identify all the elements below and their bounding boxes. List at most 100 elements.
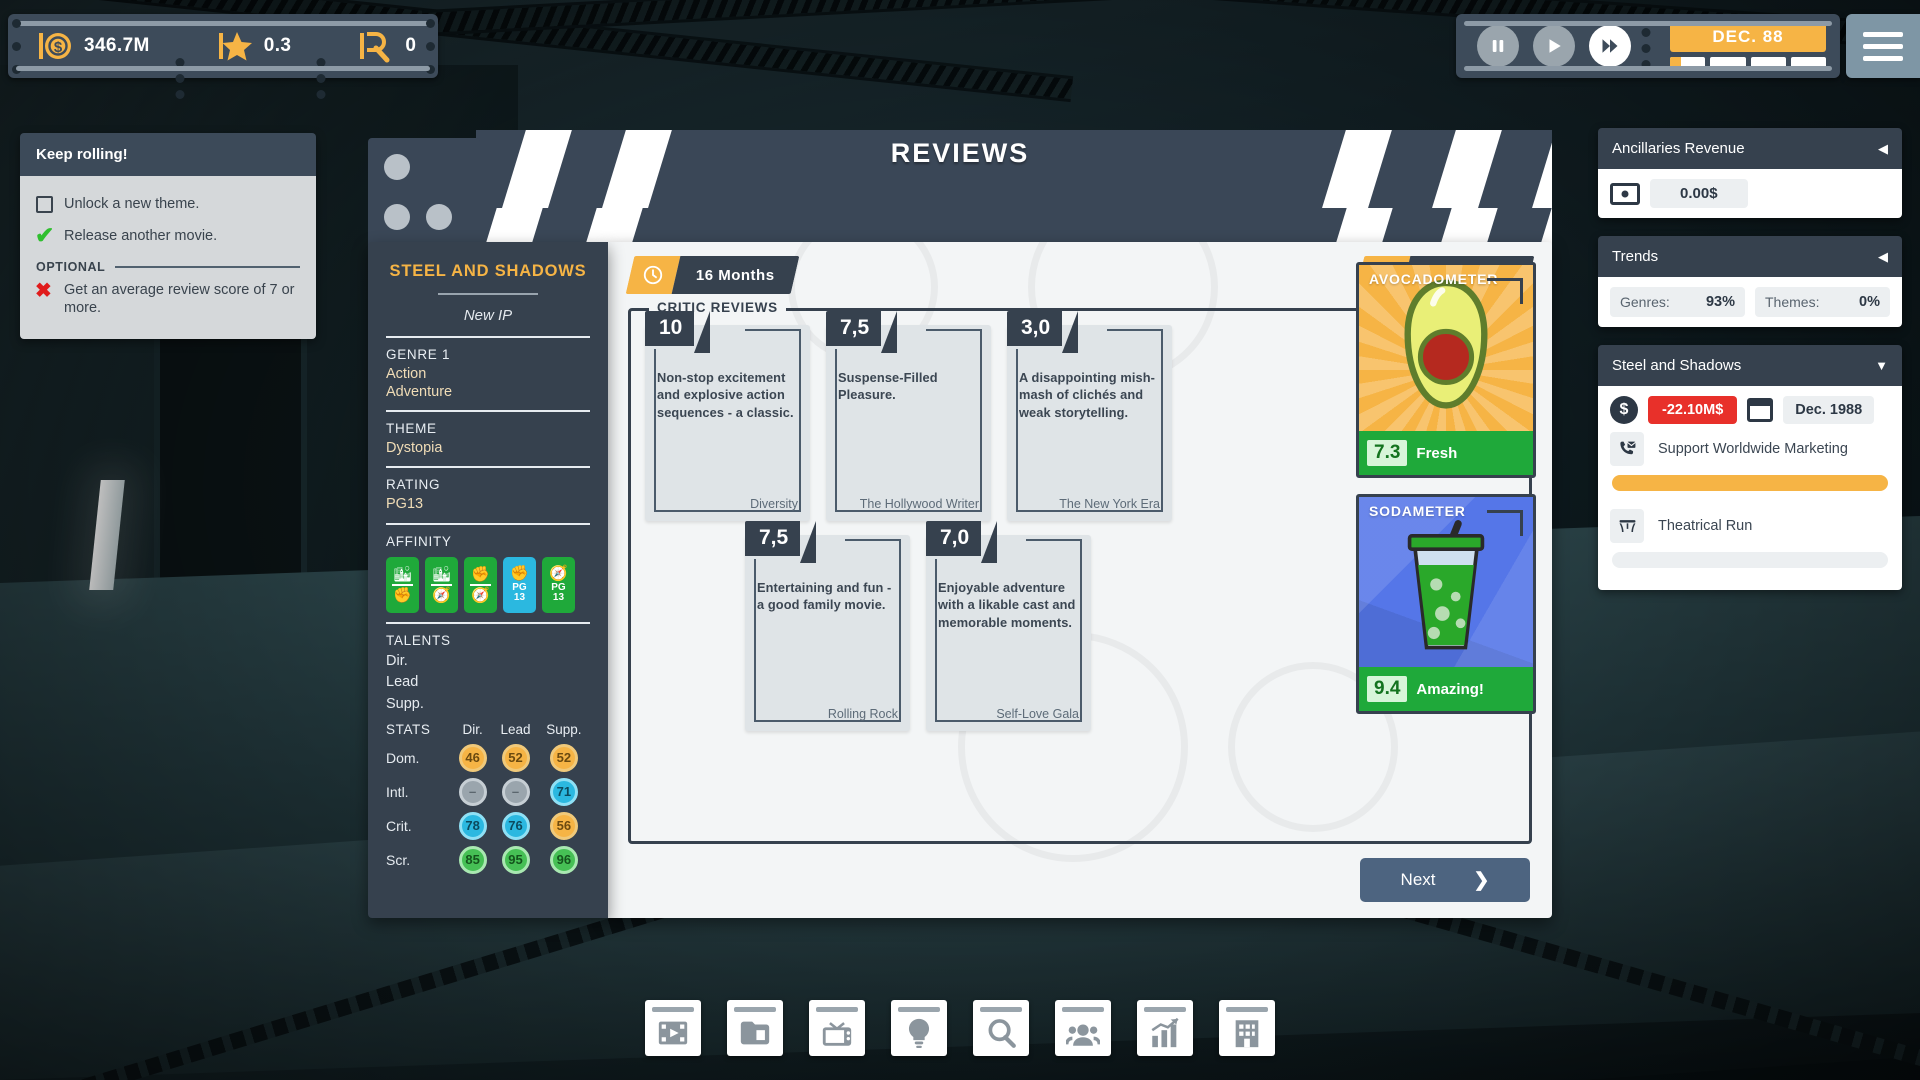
sodameter-title: SODAMETER xyxy=(1369,503,1466,519)
affinity-chip[interactable]: ✊ 🧭 xyxy=(464,557,497,613)
talents-label: TALENTS xyxy=(386,633,590,648)
triangle-left-icon[interactable]: ◀ xyxy=(1878,141,1888,157)
affinity-chip[interactable]: ✊ PG13 xyxy=(503,557,536,613)
trends-header[interactable]: Trends ◀ xyxy=(1598,236,1902,277)
review-source: Self-Love Gala xyxy=(996,707,1079,721)
ancillaries-panel: Ancillaries Revenue ◀ 0.00$ xyxy=(1598,128,1902,218)
stat-value: 95 xyxy=(502,846,530,874)
current-date: DEC. 88 xyxy=(1670,22,1826,52)
money-value: 346.7M xyxy=(84,35,150,57)
chevron-right-icon: ❯ xyxy=(1474,869,1490,892)
reviews-modal: REVIEWS STEEL AND SHADOWS New IP GENRE 1… xyxy=(368,130,1552,950)
review-source: Diversity xyxy=(750,497,798,511)
avocadometer-panel[interactable]: AVOCADOMETER 7.3 Fresh xyxy=(1356,262,1536,478)
objective-item[interactable]: Unlock a new theme. xyxy=(36,188,300,220)
modal-body: STEEL AND SHADOWS New IP GENRE 1 Action … xyxy=(368,242,1552,950)
trend-genres-value: 93% xyxy=(1706,294,1735,310)
stats-table: STATS Dir. Lead Supp. Dom. 46 52 52 Intl… xyxy=(386,722,590,877)
stats-col-dir: Dir. xyxy=(452,722,493,741)
table-row: Dom. 46 52 52 xyxy=(386,741,590,775)
affinity-chip[interactable]: 🏙 ✊ xyxy=(386,557,419,613)
toolbar-button-tv[interactable] xyxy=(809,1000,865,1056)
review-card[interactable]: 7,0 Enjoyable adventure with a likable c… xyxy=(926,535,1091,731)
triangle-left-icon[interactable]: ◀ xyxy=(1878,249,1888,265)
trends-body: Genres: 93% Themes: 0% xyxy=(1598,277,1902,327)
ancillaries-header[interactable]: Ancillaries Revenue ◀ xyxy=(1598,128,1902,169)
divider xyxy=(115,266,300,268)
review-card[interactable]: 3,0 A disappointing mish-mash of clichés… xyxy=(1007,325,1172,521)
stat-value: 52 xyxy=(550,744,578,772)
movie-title: STEEL AND SHADOWS xyxy=(386,262,590,281)
next-label: Next xyxy=(1401,870,1436,890)
play-button[interactable] xyxy=(1533,25,1575,67)
triangle-down-icon[interactable]: ▼ xyxy=(1875,358,1888,373)
task-progress-bar xyxy=(1612,552,1888,568)
next-button[interactable]: Next ❯ xyxy=(1360,858,1530,902)
toolbar-button-projects[interactable] xyxy=(727,1000,783,1056)
divider xyxy=(386,336,590,338)
trend-genres[interactable]: Genres: 93% xyxy=(1610,287,1745,317)
objective-item[interactable]: Release another movie. xyxy=(36,220,300,252)
toolbar-button-research[interactable] xyxy=(973,1000,1029,1056)
optional-objective-text: Get an average review score of 7 or more… xyxy=(64,281,300,317)
stat-row-name: Dom. xyxy=(386,741,452,775)
trend-themes[interactable]: Themes: 0% xyxy=(1755,287,1890,317)
review-card[interactable]: 7,5 Suspense-Filled Pleasure. The Hollyw… xyxy=(826,325,991,521)
rating-label: RATING xyxy=(386,477,590,492)
movie-status-header[interactable]: Steel and Shadows ▼ xyxy=(1598,345,1902,386)
ancillaries-title: Ancillaries Revenue xyxy=(1612,140,1745,157)
modal-title: REVIEWS xyxy=(368,138,1552,169)
toolbar-button-movies[interactable] xyxy=(645,1000,701,1056)
star-icon xyxy=(218,29,252,63)
toolbar-button-studio[interactable] xyxy=(1219,1000,1275,1056)
svg-text:$: $ xyxy=(54,39,63,56)
affinity-row: 🏙 ✊ 🏙 🧭 ✊ 🧭 ✊ PG13 xyxy=(386,557,590,613)
talent-support: Supp. xyxy=(386,694,590,716)
toolbar-button-staff[interactable] xyxy=(1055,1000,1111,1056)
review-source: The New York Era xyxy=(1059,497,1160,511)
pause-button[interactable] xyxy=(1477,25,1519,67)
stat-value: – xyxy=(459,778,487,806)
review-card[interactable]: 7,5 Entertaining and fun - a good family… xyxy=(745,535,910,731)
sodameter-panel[interactable]: SODAMETER 9.4 xyxy=(1356,494,1536,714)
hamburger-menu-icon[interactable] xyxy=(1846,14,1920,78)
table-row: Intl. – – 71 xyxy=(386,775,590,809)
affinity-chip[interactable]: 🏙 🧭 xyxy=(425,557,458,613)
compass-icon: 🧭 xyxy=(549,566,568,581)
divider xyxy=(386,466,590,468)
resource-reputation[interactable]: 0.3 xyxy=(188,14,314,78)
bottom-toolbar xyxy=(0,1000,1920,1066)
soda-cup-icon xyxy=(1359,497,1533,667)
optional-header: OPTIONAL xyxy=(36,260,300,274)
week-segment xyxy=(1751,57,1786,70)
review-card[interactable]: 10 Non-stop excitement and explosive act… xyxy=(645,325,810,521)
movie-status-panel: Steel and Shadows ▼ $ -22.10M$ Dec. 1988… xyxy=(1598,345,1902,590)
stat-value: 52 xyxy=(502,744,530,772)
resource-money[interactable]: $ 346.7M xyxy=(8,14,172,78)
toolbar-button-statistics[interactable] xyxy=(1137,1000,1193,1056)
toolbar-button-ideas[interactable] xyxy=(891,1000,947,1056)
stat-row-name: Intl. xyxy=(386,775,452,809)
talent-lead: Lead xyxy=(386,672,590,694)
city-icon: 🏙 xyxy=(432,567,451,582)
theme-value: Dystopia xyxy=(386,439,590,457)
checkbox-checked-icon[interactable] xyxy=(36,228,53,245)
task-row[interactable]: Theatrical Run xyxy=(1610,501,1890,545)
trend-genres-label: Genres: xyxy=(1620,294,1670,310)
compass-icon: 🧭 xyxy=(471,588,490,603)
ticket-perforation xyxy=(422,14,438,78)
checkbox-failed-icon[interactable] xyxy=(36,282,53,299)
table-row: Crit. 78 76 56 xyxy=(386,809,590,843)
affinity-chip[interactable]: 🧭 PG13 xyxy=(542,557,575,613)
research-icon xyxy=(359,29,393,63)
avocado-icon xyxy=(1359,265,1533,431)
checkbox-unchecked-icon[interactable] xyxy=(36,196,53,213)
theatre-icon xyxy=(1610,509,1644,543)
optional-objective-item[interactable]: Get an average review score of 7 or more… xyxy=(36,274,300,324)
fast-forward-button[interactable] xyxy=(1589,25,1631,67)
duration-chip: 16 Months xyxy=(626,256,799,294)
avocadometer-label: Fresh xyxy=(1416,445,1457,462)
movie-balance: -22.10M$ xyxy=(1648,396,1737,424)
task-row[interactable]: Support Worldwide Marketing xyxy=(1610,424,1890,468)
reviews-panel: 16 Months $ L 22.10M$ CRITIC REVIEWS xyxy=(608,242,1552,918)
